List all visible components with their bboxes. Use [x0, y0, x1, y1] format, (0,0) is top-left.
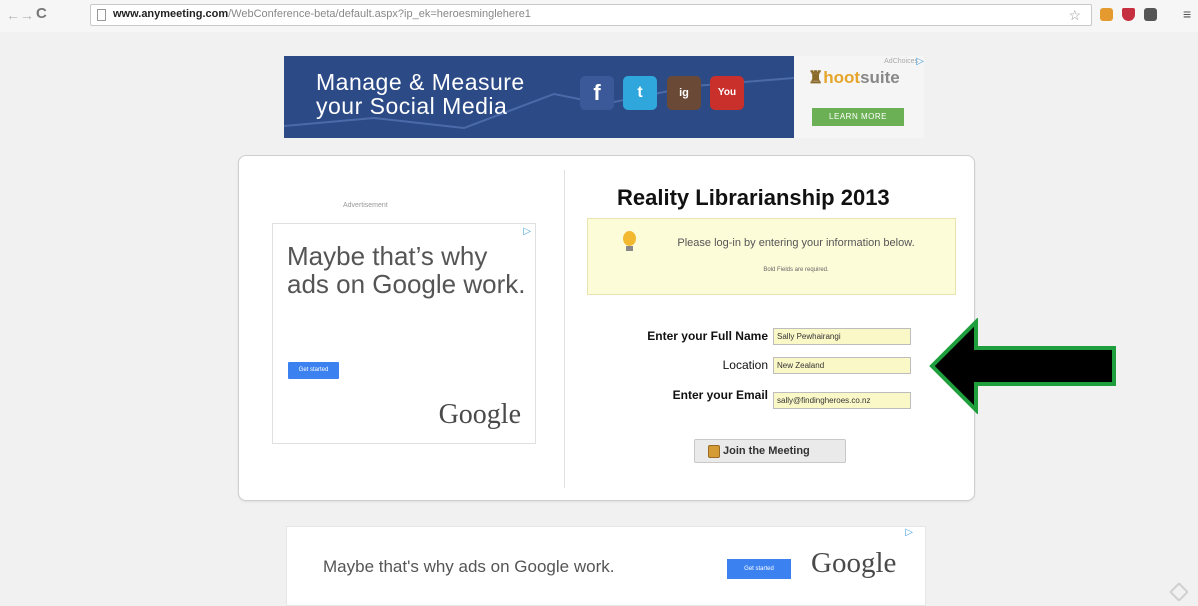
address-bar[interactable]: www.anymeeting.com/WebConference-beta/de…: [90, 4, 1092, 26]
lightbulb-base: [626, 246, 633, 251]
adchoices-icon[interactable]: ▷: [523, 226, 531, 237]
instagram-icon: ig: [667, 76, 701, 110]
menu-icon[interactable]: ≡: [1183, 6, 1191, 22]
url-path: /WebConference-beta/default.aspx?ip_ek=h…: [228, 8, 531, 20]
banner-line2: your Social Media: [316, 93, 508, 119]
join-meeting-label: Join the Meeting: [723, 445, 810, 457]
banner-ad[interactable]: Manage & Measure your Social Media f t i…: [284, 56, 924, 138]
back-button[interactable]: ←: [6, 6, 20, 24]
twitter-icon: t: [623, 76, 657, 110]
advertisement-label: Advertisement: [343, 202, 388, 209]
location-input[interactable]: New Zealand: [773, 357, 911, 374]
column-divider: [564, 170, 565, 488]
lightbulb-icon: [623, 231, 636, 246]
reload-button[interactable]: C: [36, 5, 47, 22]
google-logo: Google: [438, 399, 521, 430]
learn-more-button[interactable]: LEARN MORE: [812, 108, 904, 126]
side-google-ad[interactable]: ▷ Maybe that’s why ads on Google work. G…: [272, 223, 536, 444]
email-label: Enter your Email: [672, 388, 768, 402]
login-instructions: Please log-in by entering your informati…: [677, 237, 915, 249]
forward-button[interactable]: →: [20, 6, 34, 24]
meeting-login-card: Advertisement ▷ Maybe that’s why ads on …: [238, 155, 975, 501]
url-domain: www.anymeeting.com: [113, 8, 229, 20]
buffer-icon[interactable]: [1144, 8, 1157, 21]
page-icon: [97, 9, 106, 21]
url-text: www.anymeeting.com/WebConference-beta/de…: [113, 8, 531, 20]
email-input[interactable]: sally@findingheroes.co.nz: [773, 392, 911, 409]
scroll-corner-icon[interactable]: [1169, 582, 1189, 602]
adchoices-label[interactable]: AdChoices: [884, 58, 918, 65]
meeting-title: Reality Librarianship 2013: [617, 185, 890, 210]
door-icon: [708, 445, 720, 458]
location-label: Location: [722, 358, 768, 372]
bottom-ad-headline: Maybe that's why ads on Google work.: [323, 557, 615, 576]
bookmark-star-icon[interactable]: ☆: [1068, 7, 1081, 24]
adchoices-icon[interactable]: ▷: [916, 56, 924, 67]
browser-toolbar: ← → C www.anymeeting.com/WebConference-b…: [0, 0, 1198, 32]
hootsuite-logo: ♜hootsuite: [808, 68, 900, 87]
full-name-label: Enter your Full Name: [647, 329, 768, 343]
adchoices-icon[interactable]: ▷: [905, 527, 913, 538]
join-meeting-button[interactable]: Join the Meeting: [694, 439, 846, 463]
bottom-google-ad[interactable]: ▷ Maybe that's why ads on Google work. G…: [286, 526, 926, 606]
banner-headline: Manage & Measure your Social Media: [316, 70, 525, 118]
required-fields-note: Bold Fields are required.: [763, 267, 829, 273]
facebook-icon: f: [580, 76, 614, 110]
hootsuite-panel: AdChoices ▷ ♜hootsuite LEARN MORE: [794, 56, 924, 138]
get-started-button[interactable]: Get started: [288, 362, 339, 379]
login-info-box: Please log-in by entering your informati…: [587, 218, 956, 295]
bottom-get-started-button[interactable]: Get started: [727, 559, 791, 579]
youtube-icon: You: [710, 76, 744, 110]
google-logo: Google: [811, 547, 897, 579]
pointing-arrow-annotation: [929, 318, 1116, 414]
extension-icon[interactable]: [1100, 8, 1113, 21]
side-ad-headline: Maybe that’s why ads on Google work.: [287, 241, 526, 299]
full-name-input[interactable]: Sally Pewhairangi: [773, 328, 911, 345]
pocket-icon[interactable]: [1122, 8, 1135, 21]
banner-line1: Manage & Measure: [316, 69, 525, 95]
